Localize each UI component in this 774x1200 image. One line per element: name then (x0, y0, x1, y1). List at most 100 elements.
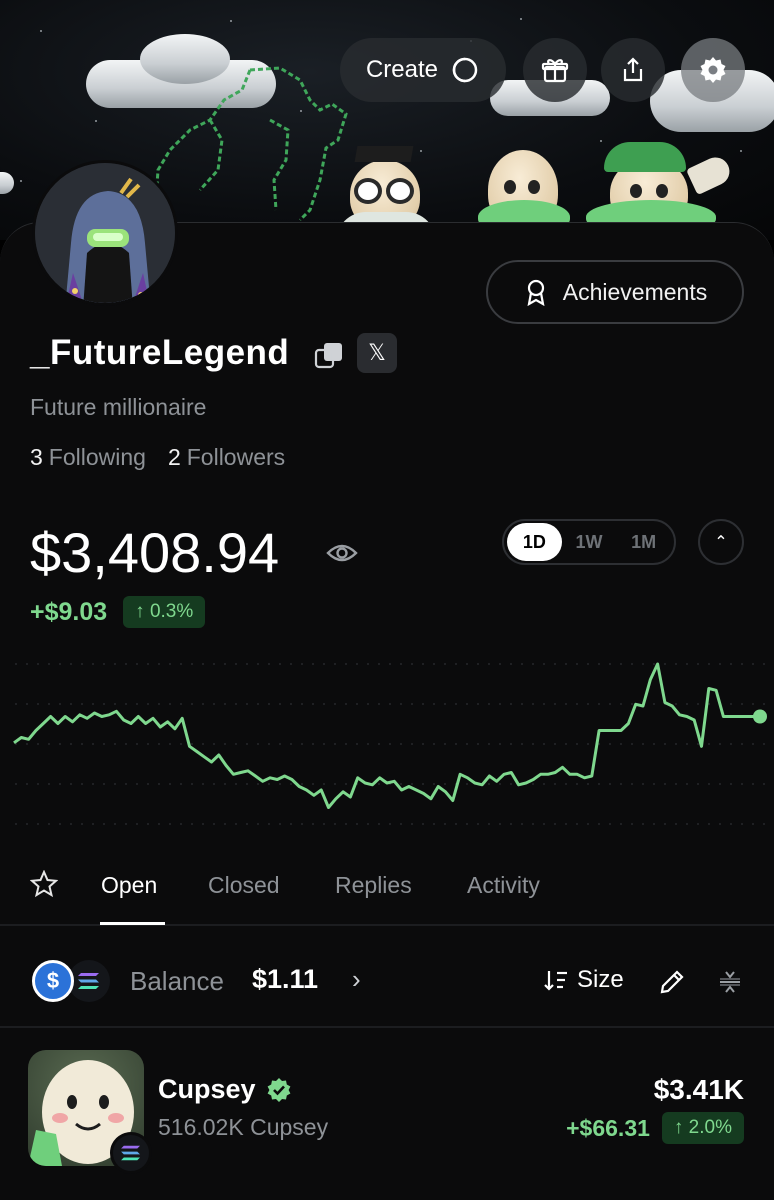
chart-grid-dot (169, 783, 171, 785)
usdc-icon: $ (32, 960, 74, 1002)
chart-grid-dot (609, 743, 611, 745)
chart-grid-dot (631, 783, 633, 785)
balance-value: $1.11 (252, 964, 319, 994)
chart-grid-dot (257, 823, 259, 825)
tab-replies[interactable]: Replies (335, 872, 412, 899)
chart-grid-dot (279, 823, 281, 825)
copy-icon[interactable] (314, 341, 344, 369)
chart-grid-dot (169, 743, 171, 745)
range-1m-button[interactable]: 1M (616, 523, 671, 561)
tab-open[interactable]: Open (101, 872, 157, 899)
avatar[interactable] (32, 160, 178, 306)
collapse-rows-icon[interactable] (716, 968, 744, 996)
settings-button[interactable] (681, 38, 745, 102)
chart-grid-dot (719, 823, 721, 825)
portfolio-chart (13, 662, 767, 825)
chart-grid-dot (356, 823, 358, 825)
chart-grid-dot (576, 783, 578, 785)
chart-grid-dot (741, 823, 743, 825)
chart-grid-dot (477, 743, 479, 745)
star-icon[interactable] (30, 870, 58, 898)
eye-icon[interactable] (326, 541, 358, 565)
chart-grid-dot (301, 823, 303, 825)
chart-grid-dot (191, 703, 193, 705)
cloud-decoration (0, 172, 14, 194)
chart-grid-dot (92, 663, 94, 665)
sort-size-button[interactable]: Size (543, 966, 624, 994)
chart-grid-dot (158, 743, 160, 745)
chart-grid-dot (400, 783, 402, 785)
achievements-button[interactable]: Achievements (486, 260, 744, 324)
chart-grid-dot (191, 743, 193, 745)
chart-grid-dot (26, 703, 28, 705)
chart-grid-dot (48, 743, 50, 745)
chart-grid-dot (367, 703, 369, 705)
chart-grid-dot (224, 663, 226, 665)
chart-grid-dot (587, 703, 589, 705)
followers-link[interactable]: 2 Followers (168, 444, 285, 471)
chart-grid-dot (92, 823, 94, 825)
balance-row[interactable]: $ Balance $1.11 › Size (0, 928, 774, 1028)
chart-grid-dot (631, 823, 633, 825)
active-tab-indicator (100, 922, 165, 925)
chart-grid-dot (554, 823, 556, 825)
chart-grid-dot (15, 783, 17, 785)
chart-grid-dot (312, 663, 314, 665)
chart-grid-dot (378, 783, 380, 785)
chart-grid-dot (257, 783, 259, 785)
chart-grid-dot (400, 663, 402, 665)
chart-grid-dot (411, 743, 413, 745)
range-1d-button[interactable]: 1D (507, 523, 562, 561)
create-label: Create (365, 56, 439, 83)
gift-button[interactable] (523, 38, 587, 102)
token-name: Cupsey (158, 1074, 256, 1104)
chart-grid-dot (598, 703, 600, 705)
chart-grid-dot (642, 743, 644, 745)
chart-grid-dot (763, 663, 765, 665)
chart-grid-dot (719, 783, 721, 785)
chart-grid-dot (26, 783, 28, 785)
pencil-icon[interactable] (658, 968, 686, 996)
tab-closed[interactable]: Closed (208, 872, 280, 899)
following-link[interactable]: 3 Following (30, 444, 146, 471)
chart-grid-dot (378, 703, 380, 705)
chart-grid-dot (125, 823, 127, 825)
x-profile-link[interactable]: 𝕏 (357, 333, 397, 373)
chart-grid-dot (235, 743, 237, 745)
chart-grid-dot (730, 703, 732, 705)
sort-label: Size (577, 966, 624, 993)
chart-grid-dot (356, 703, 358, 705)
chart-grid-dot (378, 823, 380, 825)
chart-grid-dot (510, 703, 512, 705)
chart-grid-dot (730, 783, 732, 785)
usdc-symbol: $ (46, 968, 60, 993)
chart-grid-dot (147, 823, 149, 825)
x-logo-icon: 𝕏 (368, 340, 386, 365)
chart-grid-dot (686, 663, 688, 665)
chart-grid-dot (565, 663, 567, 665)
range-1w-button[interactable]: 1W (562, 523, 617, 561)
chart-grid-dot (576, 823, 578, 825)
chevron-right-icon[interactable]: › (352, 964, 361, 995)
chart-grid-dot (312, 783, 314, 785)
token-change: +$66.31 ↑ 2.0% (566, 1112, 744, 1144)
chart-grid-dot (114, 743, 116, 745)
chart-grid-dot (301, 663, 303, 665)
chart-grid-dot (59, 743, 61, 745)
chart-grid-dot (708, 823, 710, 825)
create-button[interactable]: Create (340, 38, 506, 102)
chart-grid-dot (147, 663, 149, 665)
chart-grid-dot (37, 783, 39, 785)
chart-grid-dot (59, 783, 61, 785)
chart-grid-dot (466, 743, 468, 745)
collapse-chart-button[interactable]: ⌃ (698, 519, 744, 565)
chart-grid-dot (609, 783, 611, 785)
chart-grid-dot (598, 663, 600, 665)
share-button[interactable] (601, 38, 665, 102)
chart-grid-dot (125, 703, 127, 705)
chart-grid-dot (653, 743, 655, 745)
tab-activity[interactable]: Activity (467, 872, 540, 899)
chart-grid-dot (268, 783, 270, 785)
holding-row[interactable]: Cupsey 516.02K Cupsey $3.41K +$66.31 ↑ 2… (0, 1030, 774, 1200)
chart-grid-dot (125, 783, 127, 785)
